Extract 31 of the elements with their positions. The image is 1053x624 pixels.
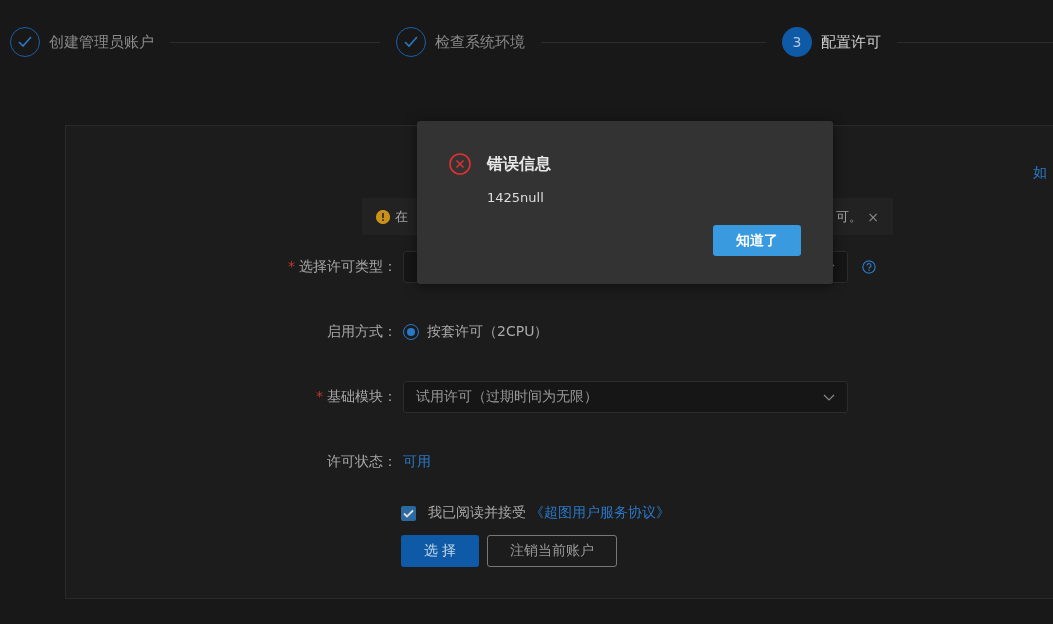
- required-mark: *: [316, 388, 323, 406]
- logout-button[interactable]: 注销当前账户: [487, 535, 617, 567]
- field-label: 选择许可类型：: [299, 258, 397, 276]
- select-field[interactable]: 试用许可（过期时间为无限）: [403, 381, 848, 413]
- dialog-title: 错误信息: [487, 153, 551, 175]
- field-label: 基础模块：: [327, 388, 397, 406]
- select-button[interactable]: 选 择: [401, 535, 479, 567]
- radio-label: 按套许可（2CPU）: [427, 323, 549, 341]
- ok-button[interactable]: 知道了: [713, 225, 801, 256]
- chevron-down-icon: [823, 393, 835, 401]
- check-icon: [18, 36, 32, 48]
- warning-icon: [376, 209, 390, 224]
- check-icon: [404, 36, 418, 48]
- step-label: 检查系统环境: [435, 32, 525, 52]
- step-label: 创建管理员账户: [49, 32, 154, 52]
- close-button[interactable]: ×: [867, 208, 879, 225]
- agreement-text: 我已阅读并接受: [428, 504, 526, 522]
- alert-text: 在: [395, 207, 408, 226]
- agreement-link[interactable]: 《超图用户服务协议》: [530, 504, 670, 522]
- step-label: 配置许可: [821, 32, 881, 52]
- dialog-message: 1425null: [487, 190, 544, 205]
- error-icon: [449, 153, 471, 175]
- status-value: 可用: [403, 453, 431, 471]
- field-label: 启用方式：: [327, 323, 397, 341]
- help-icon[interactable]: [862, 260, 876, 274]
- alert-text: 可。: [836, 207, 863, 226]
- field-label: 许可状态：: [327, 453, 397, 471]
- required-mark: *: [288, 258, 295, 276]
- step-number: 3: [782, 27, 812, 57]
- checkbox[interactable]: [401, 505, 416, 521]
- help-link[interactable]: 如: [1033, 164, 1047, 182]
